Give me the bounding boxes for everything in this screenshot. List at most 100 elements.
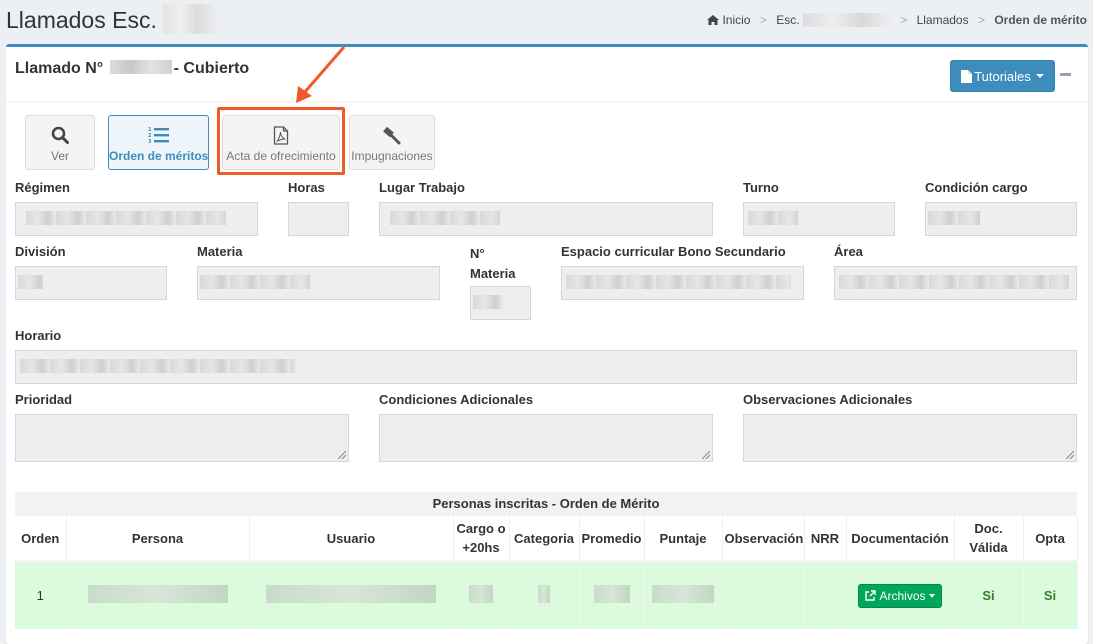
th-cargo-line1: Cargo o xyxy=(456,521,506,536)
redacted-usuario xyxy=(266,585,436,603)
label-horas: Horas xyxy=(288,180,325,195)
breadcrumb-inicio[interactable]: Inicio xyxy=(722,13,750,27)
cell-promedio xyxy=(579,561,645,629)
opta-value: Si xyxy=(1043,588,1057,603)
label-division: División xyxy=(15,244,66,259)
impugnaciones-label: Impugnaciones xyxy=(351,149,433,163)
label-area: Área xyxy=(834,244,863,259)
breadcrumb-esc[interactable]: Esc. xyxy=(776,13,799,27)
resize-handle-icon xyxy=(702,451,710,459)
collapse-icon[interactable] xyxy=(1060,73,1071,76)
cell-usuario xyxy=(249,561,454,629)
ver-button[interactable]: Ver xyxy=(25,115,95,170)
th-observacion[interactable]: Observación xyxy=(722,516,805,562)
resize-handle-icon xyxy=(338,451,346,459)
label-turno: Turno xyxy=(743,180,779,195)
cell-puntaje xyxy=(644,561,723,629)
table-header-row: Orden Persona Usuario Cargo o +20hs Cate… xyxy=(15,516,1078,562)
label-condicion-cargo: Condición cargo xyxy=(925,180,1028,195)
label-observaciones-adicionales: Observaciones Adicionales xyxy=(743,392,913,407)
table-row[interactable]: 1 Archivos Si Si xyxy=(15,561,1078,629)
tutoriales-label: Tutoriales xyxy=(974,68,1031,84)
breadcrumb-separator: > xyxy=(977,13,985,27)
cell-cargo xyxy=(453,561,510,629)
th-documentacion[interactable]: Documentación xyxy=(846,516,955,562)
page-title-text: Llamados Esc. xyxy=(6,7,157,33)
chevron-down-icon xyxy=(1035,74,1044,78)
external-link-icon xyxy=(865,590,877,601)
label-horario: Horario xyxy=(15,328,62,343)
th-doc-valida-line2: Válida xyxy=(969,540,1008,555)
espacio-curricular-field xyxy=(561,266,804,300)
page-title: Llamados Esc. xyxy=(6,4,216,34)
home-icon xyxy=(707,15,720,25)
redacted-cargo xyxy=(469,585,493,603)
box-title: Llamado N° - Cubierto xyxy=(15,60,249,78)
cell-documentacion: Archivos xyxy=(846,561,955,629)
th-nrr[interactable]: NRR xyxy=(804,516,847,562)
box-title-suffix: - Cubierto xyxy=(173,60,250,77)
condiciones-adicionales-textarea xyxy=(379,414,713,462)
ordered-list-icon: 1 2 3 xyxy=(148,127,169,144)
search-icon xyxy=(51,126,69,144)
th-promedio[interactable]: Promedio xyxy=(579,516,645,562)
redacted-categoria xyxy=(538,585,550,603)
th-puntaje[interactable]: Puntaje xyxy=(644,516,723,562)
condicion-cargo-field xyxy=(925,202,1077,236)
impugnaciones-button[interactable]: Impugnaciones xyxy=(349,115,435,170)
th-cargo-line2: +20hs xyxy=(462,540,500,555)
cell-doc-valida: Si xyxy=(954,561,1024,629)
label-prioridad: Prioridad xyxy=(15,392,73,407)
redacted-school-name xyxy=(163,4,216,34)
prioridad-textarea xyxy=(15,414,349,462)
th-categoria[interactable]: Categoria xyxy=(509,516,580,562)
th-usuario[interactable]: Usuario xyxy=(249,516,454,562)
cell-opta: Si xyxy=(1023,561,1078,629)
cell-categoria xyxy=(509,561,580,629)
inscritos-table-wrap: Personas inscritas - Orden de Mérito Ord… xyxy=(15,492,1078,629)
label-n-materia: N° Materia xyxy=(470,244,516,284)
th-opta[interactable]: Opta xyxy=(1023,516,1078,562)
resize-handle-icon xyxy=(1066,451,1074,459)
orden-meritos-button[interactable]: 1 2 3 Orden de méritos xyxy=(108,115,209,170)
th-orden[interactable]: Orden xyxy=(15,516,67,562)
label-espacio-curricular: Espacio curricular Bono Secundario xyxy=(561,244,786,259)
turno-field xyxy=(743,202,895,236)
breadcrumb: Inicio > Esc. > Llamados > Orden de méri… xyxy=(707,13,1087,27)
th-cargo[interactable]: Cargo o +20hs xyxy=(453,516,510,562)
tutoriales-button[interactable]: Tutoriales xyxy=(950,60,1055,92)
lugar-trabajo-field xyxy=(379,202,713,236)
archivos-button[interactable]: Archivos xyxy=(858,583,942,608)
cell-persona xyxy=(66,561,250,629)
cell-nrr xyxy=(804,561,847,629)
gavel-icon xyxy=(383,126,401,145)
breadcrumb-orden-merito: Orden de mérito xyxy=(994,13,1087,27)
table-caption: Personas inscritas - Orden de Mérito xyxy=(15,492,1077,516)
th-doc-valida-line1: Doc. xyxy=(974,521,1003,536)
breadcrumb-separator: > xyxy=(900,13,908,27)
label-n-materia-line2: Materia xyxy=(470,266,516,281)
chevron-down-icon xyxy=(928,593,935,598)
th-doc-valida[interactable]: Doc. Válida xyxy=(954,516,1024,562)
breadcrumb-llamados[interactable]: Llamados xyxy=(917,13,969,27)
svg-text:3: 3 xyxy=(148,139,152,144)
redacted-breadcrumb xyxy=(802,13,891,27)
area-field xyxy=(834,266,1077,300)
file-icon xyxy=(961,69,973,83)
label-regimen: Régimen xyxy=(15,180,70,195)
horario-field xyxy=(15,350,1077,384)
materia-field xyxy=(197,266,440,300)
cell-orden: 1 xyxy=(15,561,67,629)
th-persona[interactable]: Persona xyxy=(66,516,250,562)
inscritos-table: Orden Persona Usuario Cargo o +20hs Cate… xyxy=(15,516,1078,629)
redacted-promedio xyxy=(593,585,630,603)
redacted-llamado-number xyxy=(109,60,172,74)
label-lugar-trabajo: Lugar Trabajo xyxy=(379,180,465,195)
annotation-highlight-box xyxy=(217,107,345,175)
archivos-label: Archivos xyxy=(879,588,926,603)
label-n-materia-line1: N° xyxy=(470,246,485,261)
ver-label: Ver xyxy=(50,149,69,163)
observaciones-adicionales-textarea xyxy=(743,414,1077,462)
box-title-prefix: Llamado N° xyxy=(15,60,104,77)
box-header: Llamado N° - Cubierto Tutoriales xyxy=(6,47,1088,102)
